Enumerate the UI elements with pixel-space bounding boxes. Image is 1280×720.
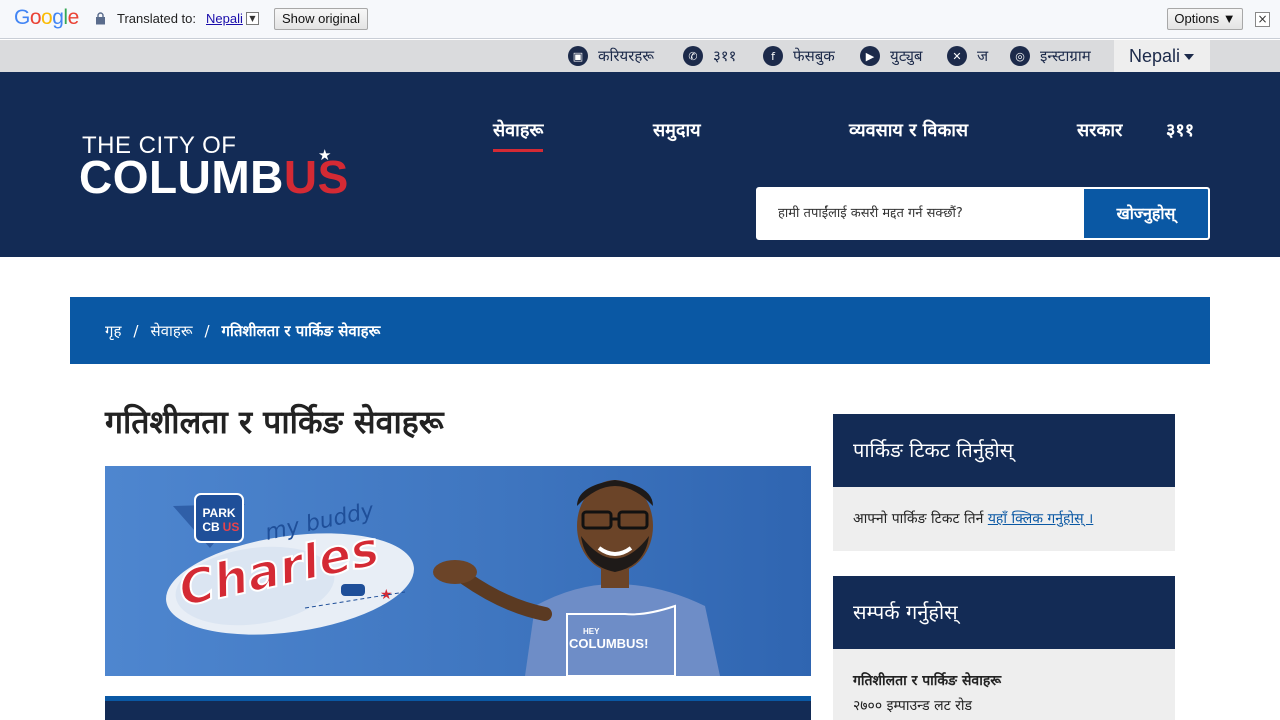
facebook-label: फेसबुक	[793, 47, 835, 65]
content-section-header	[105, 696, 811, 720]
hero-illustration: PARK CB US my buddy Charles ★ HEY COLUMB…	[166, 480, 720, 676]
nav-business-development[interactable]: व्यवसाय र विकास	[849, 118, 968, 142]
contact-name: गतिशीलता र पार्किङ सेवाहरू	[853, 673, 1002, 689]
star-icon: ★	[380, 587, 393, 603]
translate-options-button[interactable]: Options ▼	[1167, 8, 1243, 30]
page-title: गतिशीलता र पार्किङ सेवाहरू	[105, 403, 444, 441]
language-select-value: Nepali	[1129, 46, 1181, 66]
search-input[interactable]	[758, 189, 1084, 238]
chevron-down-icon	[1184, 54, 1194, 60]
briefcase-icon: ▣	[568, 46, 588, 66]
park-badge-line2: CB	[202, 520, 220, 534]
car-icon	[341, 584, 365, 596]
translate-language-dropdown-icon[interactable]: ▼	[246, 12, 259, 25]
city-logo[interactable]: COLUMBUS	[79, 154, 349, 200]
breadcrumb-current: गतिशीलता र पार्किङ सेवाहरू	[221, 321, 381, 340]
youtube-link[interactable]: ▶ युट्युब	[860, 46, 923, 66]
breadcrumb-separator: /	[133, 321, 139, 340]
facebook-link[interactable]: f फेसबुक	[763, 46, 835, 66]
youtube-label: युट्युब	[890, 47, 923, 65]
careers-link[interactable]: ▣ करियरहरू	[568, 46, 654, 66]
google-logo: Google	[14, 6, 79, 29]
site-header: THE CITY OF COLUMBUS ★ सेवाहरू समुदाय व्…	[0, 72, 1280, 257]
pay-ticket-body: आफ्नो पार्किङ टिकट तिर्न यहाँ क्लिक गर्न…	[833, 487, 1175, 551]
translated-to-label: Translated to:	[117, 11, 197, 26]
park-badge-line1: PARK	[202, 506, 235, 520]
logo-main-text: COLUMB	[79, 151, 284, 203]
careers-label: करियरहरू	[598, 47, 654, 65]
show-original-button[interactable]: Show original	[274, 8, 368, 30]
x-link[interactable]: ✕ ज	[947, 46, 988, 66]
x-icon: ✕	[947, 46, 967, 66]
nav-311[interactable]: ३११	[1166, 118, 1194, 142]
translate-language-link[interactable]: Nepali	[206, 11, 243, 26]
instagram-link[interactable]: ◎ इन्स्टाग्राम	[1010, 46, 1091, 66]
translate-bar: Google Translated to: Nepali ▼ Show orig…	[0, 0, 1280, 39]
park-badge-accent: US	[223, 520, 240, 534]
nav-services[interactable]: सेवाहरू	[493, 118, 544, 152]
contact-title: सम्पर्क गर्नुहोस्	[833, 576, 1175, 649]
pay-ticket-title: पार्किङ टिकट तिर्नुहोस्	[833, 414, 1175, 487]
phone-label: ३११	[713, 47, 737, 65]
nav-community[interactable]: समुदाय	[653, 118, 701, 142]
nav-government[interactable]: सरकार	[1077, 118, 1122, 142]
pay-ticket-link[interactable]: यहाँ क्लिक गर्नुहोस् ।	[988, 511, 1094, 527]
shirt-big-text: COLUMBUS!	[569, 636, 648, 651]
breadcrumb-separator: /	[204, 321, 210, 340]
logo-accent-text: US	[283, 151, 349, 203]
breadcrumb: गृह / सेवाहरू / गतिशीलता र पार्किङ सेवाह…	[70, 297, 1210, 364]
youtube-icon: ▶	[860, 46, 880, 66]
search-form: खोज्नुहोस्	[756, 187, 1210, 240]
contact-address: २७०० इम्पाउन्ड लट रोड	[853, 698, 972, 714]
phone-link[interactable]: ✆ ३११	[683, 46, 736, 66]
pay-ticket-text: आफ्नो पार्किङ टिकट तिर्न	[853, 511, 988, 527]
breadcrumb-home[interactable]: गृह	[105, 321, 121, 341]
hero-banner-image: PARK CB US my buddy Charles ★ HEY COLUMB…	[105, 466, 811, 676]
contact-body: गतिशीलता र पार्किङ सेवाहरू २७०० इम्पाउन्…	[833, 649, 1175, 720]
phone-icon: ✆	[683, 46, 703, 66]
breadcrumb-services[interactable]: सेवाहरू	[150, 321, 192, 341]
instagram-label: इन्स्टाग्राम	[1040, 47, 1091, 65]
lock-icon	[96, 12, 105, 25]
x-label: ज	[977, 47, 989, 65]
search-button[interactable]: खोज्नुहोस्	[1084, 189, 1208, 238]
language-select[interactable]: Nepali	[1114, 40, 1210, 72]
close-icon[interactable]: ×	[1255, 12, 1270, 27]
facebook-icon: f	[763, 46, 783, 66]
instagram-icon: ◎	[1010, 46, 1030, 66]
person-figure: HEY COLUMBUS!	[433, 480, 720, 676]
shirt-small-text: HEY	[583, 627, 600, 636]
star-icon: ★	[318, 146, 332, 164]
